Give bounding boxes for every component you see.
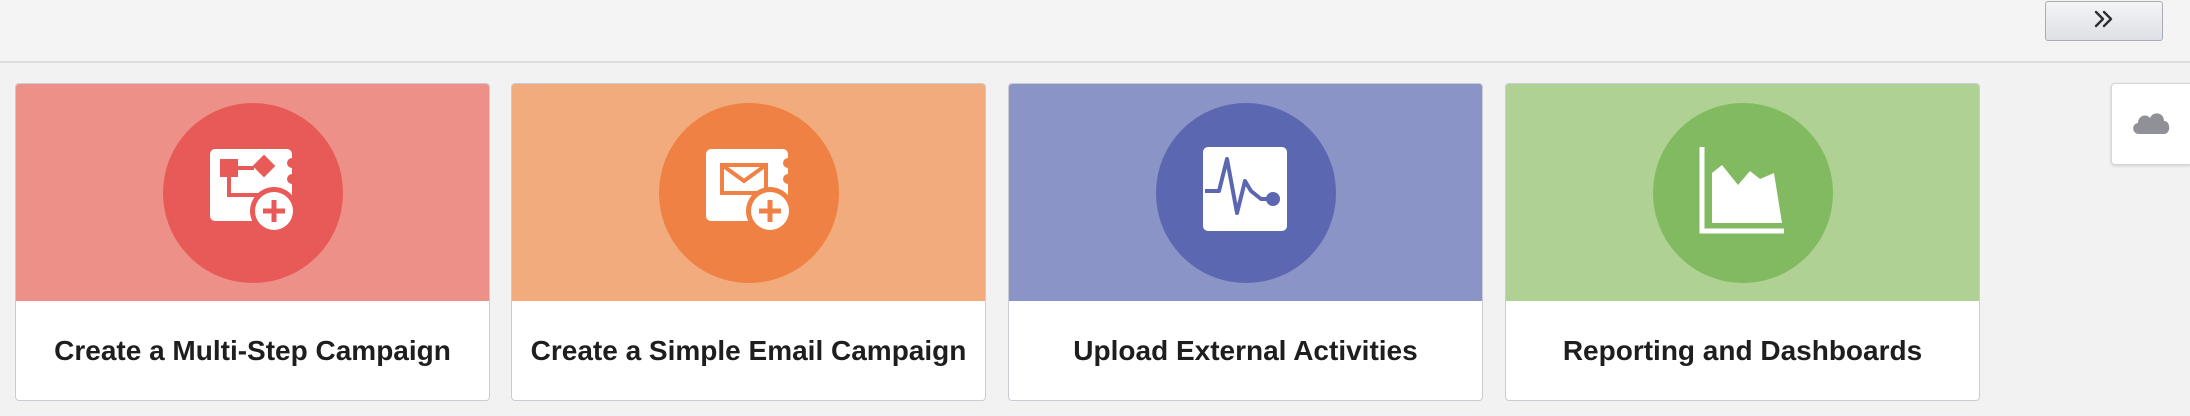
card-banner <box>1009 84 1482 301</box>
card-icon-circle <box>1155 102 1336 283</box>
card-icon-circle <box>658 102 839 283</box>
card-banner <box>1506 84 1979 301</box>
card-create-simple-email-campaign[interactable]: Create a Simple Email Campaign <box>511 83 986 401</box>
card-create-multi-step-campaign[interactable]: Create a Multi-Step Campaign <box>15 83 490 401</box>
card-banner <box>16 84 489 301</box>
cloud-icon <box>2129 107 2173 142</box>
activity-pulse-icon <box>1201 145 1291 240</box>
card-upload-external-activities[interactable]: Upload External Activities <box>1008 83 1483 401</box>
card-label: Upload External Activities <box>1073 335 1418 366</box>
card-label: Create a Multi-Step Campaign <box>54 335 451 366</box>
area-chart-icon <box>1698 145 1788 240</box>
cloud-side-tab[interactable] <box>2111 83 2190 165</box>
card-label: Create a Simple Email Campaign <box>530 335 967 366</box>
card-banner <box>512 84 985 301</box>
card-icon-circle <box>1652 102 1833 283</box>
multi-step-campaign-add-icon <box>208 145 298 240</box>
email-campaign-add-icon <box>704 145 794 240</box>
card-reporting-and-dashboards[interactable]: Reporting and Dashboards <box>1505 83 1980 401</box>
card-icon-circle <box>162 102 343 283</box>
quick-action-cards: Create a Multi-Step Campaign Create a Si… <box>0 0 2190 416</box>
card-label: Reporting and Dashboards <box>1562 335 1923 366</box>
